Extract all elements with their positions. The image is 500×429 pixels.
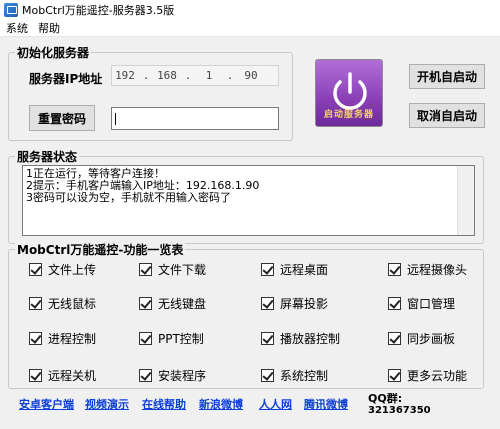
checkbox[interactable] <box>139 263 152 276</box>
menu-bar: 系统 帮助 <box>0 19 500 37</box>
feature-remote-camera[interactable]: 远程摄像头 <box>388 261 467 278</box>
ip-separator: . <box>142 69 150 82</box>
feature-label: 文件下载 <box>158 263 207 277</box>
link-video-demo[interactable]: 视频演示 <box>85 396 129 412</box>
feature-process-control[interactable]: 进程控制 <box>29 330 96 347</box>
features-legend: MobCtrl万能遥控-功能一览表 <box>15 241 186 258</box>
window-client-area: 初始化服务器 服务器IP地址 192 . 168 . 1 . 90 重置密码 启… <box>0 37 500 429</box>
checkbox[interactable] <box>261 297 274 310</box>
reset-password-button[interactable]: 重置密码 <box>29 105 95 131</box>
feature-label: 文件上传 <box>48 263 97 277</box>
checkbox[interactable] <box>388 263 401 276</box>
window-title: MobCtrl万能遥控-服务器3.5版 <box>22 3 175 17</box>
ip-octet-4: 90 <box>244 69 258 82</box>
start-server-caption: 启动服务器 <box>323 110 374 120</box>
link-android-client[interactable]: 安卓客户端 <box>19 396 74 412</box>
feature-label: 无线鼠标 <box>48 297 97 311</box>
ip-octet-2: 168 <box>157 69 177 82</box>
checkbox[interactable] <box>29 369 42 382</box>
link-sina-weibo[interactable]: 新浪微博 <box>199 396 243 412</box>
menu-item-help[interactable]: 帮助 <box>34 20 64 36</box>
ip-octet-3: 1 <box>205 69 213 82</box>
checkbox[interactable] <box>388 369 401 382</box>
feature-label: 更多云功能 <box>407 369 468 383</box>
checkbox[interactable] <box>261 332 274 345</box>
feature-label: 播放器控制 <box>280 332 341 346</box>
feature-wireless-mouse[interactable]: 无线鼠标 <box>29 295 96 312</box>
checkbox[interactable] <box>261 369 274 382</box>
feature-label: 安装程序 <box>158 369 207 383</box>
qq-group-label: QQ群: <box>368 393 403 405</box>
feature-wireless-keyboard[interactable]: 无线键盘 <box>139 295 206 312</box>
status-line: 3密码可以设为空，手机就不用输入密码了 <box>26 191 231 204</box>
ip-octet-1: 192 <box>115 69 135 82</box>
ip-separator: . <box>226 69 234 82</box>
feature-label: 无线键盘 <box>158 297 207 311</box>
feature-label: 远程摄像头 <box>407 263 468 277</box>
feature-sync-drawing-board[interactable]: 同步画板 <box>388 330 455 347</box>
qq-group-number: 321367350 <box>368 405 431 416</box>
status-log[interactable]: 1正在运行，等待客户连接！ 2提示：手机客户端输入IP地址：192.168.1.… <box>22 165 475 236</box>
ip-separator: . <box>184 69 192 82</box>
feature-label: 屏幕投影 <box>280 297 329 311</box>
link-tencent-weibo[interactable]: 腾讯微博 <box>304 396 348 412</box>
init-server-legend: 初始化服务器 <box>15 44 92 61</box>
checkbox[interactable] <box>29 297 42 310</box>
start-server-button[interactable]: 启动服务器 <box>315 59 383 127</box>
qq-group: QQ群: 321367350 <box>368 393 431 417</box>
text-caret <box>115 113 116 125</box>
ip-label: 服务器IP地址 <box>29 72 103 86</box>
feature-label: 远程关机 <box>48 369 97 383</box>
feature-more-cloud[interactable]: 更多云功能 <box>388 367 467 384</box>
app-icon <box>4 2 18 17</box>
feature-window-management[interactable]: 窗口管理 <box>388 295 455 312</box>
checkbox[interactable] <box>29 332 42 345</box>
feature-label: 远程桌面 <box>280 263 329 277</box>
checkbox[interactable] <box>29 263 42 276</box>
checkbox[interactable] <box>388 332 401 345</box>
link-renren[interactable]: 人人网 <box>259 396 292 412</box>
checkbox[interactable] <box>139 369 152 382</box>
feature-player-control[interactable]: 播放器控制 <box>261 330 340 347</box>
feature-label: PPT控制 <box>158 332 204 346</box>
feature-remote-shutdown[interactable]: 远程关机 <box>29 367 96 384</box>
checkbox[interactable] <box>139 332 152 345</box>
feature-label: 系统控制 <box>280 369 329 383</box>
feature-ppt-control[interactable]: PPT控制 <box>139 330 204 347</box>
feature-file-upload[interactable]: 文件上传 <box>29 261 96 278</box>
server-status-legend: 服务器状态 <box>15 148 80 165</box>
feature-screen-projection[interactable]: 屏幕投影 <box>261 295 328 312</box>
link-online-help[interactable]: 在线帮助 <box>142 396 186 412</box>
feature-system-control[interactable]: 系统控制 <box>261 367 328 384</box>
feature-label: 进程控制 <box>48 332 97 346</box>
menu-item-system[interactable]: 系统 <box>2 20 32 36</box>
password-input[interactable] <box>111 107 279 130</box>
title-bar: MobCtrl万能遥控-服务器3.5版 <box>0 0 500 19</box>
status-scrollbar[interactable] <box>457 166 474 235</box>
feature-remote-desktop[interactable]: 远程桌面 <box>261 261 328 278</box>
autostart-button[interactable]: 开机自启动 <box>409 64 485 89</box>
feature-file-download[interactable]: 文件下载 <box>139 261 206 278</box>
feature-install-program[interactable]: 安装程序 <box>139 367 206 384</box>
checkbox[interactable] <box>139 297 152 310</box>
ip-address-field[interactable]: 192 . 168 . 1 . 90 <box>111 65 279 86</box>
cancel-autostart-button[interactable]: 取消自启动 <box>409 103 485 128</box>
feature-label: 窗口管理 <box>407 297 456 311</box>
checkbox[interactable] <box>388 297 401 310</box>
checkbox[interactable] <box>261 263 274 276</box>
feature-label: 同步画板 <box>407 332 456 346</box>
